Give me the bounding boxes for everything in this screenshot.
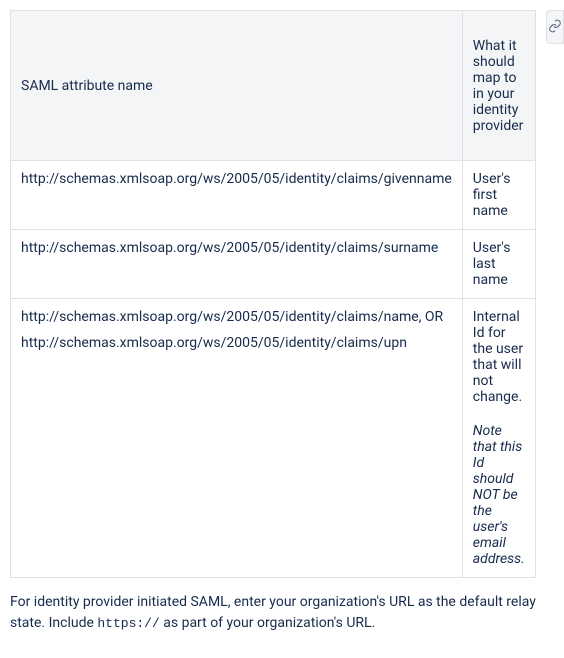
header-attribute-name: SAML attribute name [11,11,463,161]
footer-text-part2: as part of your organization's URL. [160,615,375,631]
table-row: http://schemas.xmlsoap.org/ws/2005/05/id… [11,299,536,578]
cell-mapping: User's last name [462,230,535,299]
header-mapping: What it should map to in your identity p… [462,11,535,161]
table-row: http://schemas.xmlsoap.org/ws/2005/05/id… [11,161,536,230]
table-row: http://schemas.xmlsoap.org/ws/2005/05/id… [11,230,536,299]
footer-instruction: For identity provider initiated SAML, en… [10,592,554,634]
attribute-value: http://schemas.xmlsoap.org/ws/2005/05/id… [21,309,452,325]
saml-attribute-table: SAML attribute name What it should map t… [10,10,536,578]
cell-attribute: http://schemas.xmlsoap.org/ws/2005/05/id… [11,230,463,299]
cell-mapping: User's first name [462,161,535,230]
mapping-text: Internal Id for the user that will not c… [473,309,523,405]
cell-attribute: http://schemas.xmlsoap.org/ws/2005/05/id… [11,161,463,230]
attribute-value: http://schemas.xmlsoap.org/ws/2005/05/id… [21,335,452,351]
table-header-row: SAML attribute name What it should map t… [11,11,536,161]
link-icon [548,19,562,35]
copy-link-widget[interactable] [546,10,564,44]
cell-attribute: http://schemas.xmlsoap.org/ws/2005/05/id… [11,299,463,578]
cell-mapping: Internal Id for the user that will not c… [462,299,535,578]
attribute-value: http://schemas.xmlsoap.org/ws/2005/05/id… [21,171,452,187]
attribute-value: http://schemas.xmlsoap.org/ws/2005/05/id… [21,240,452,256]
footer-code: https:// [97,616,159,631]
mapping-note: Note that this Id should NOT be the user… [473,423,525,567]
